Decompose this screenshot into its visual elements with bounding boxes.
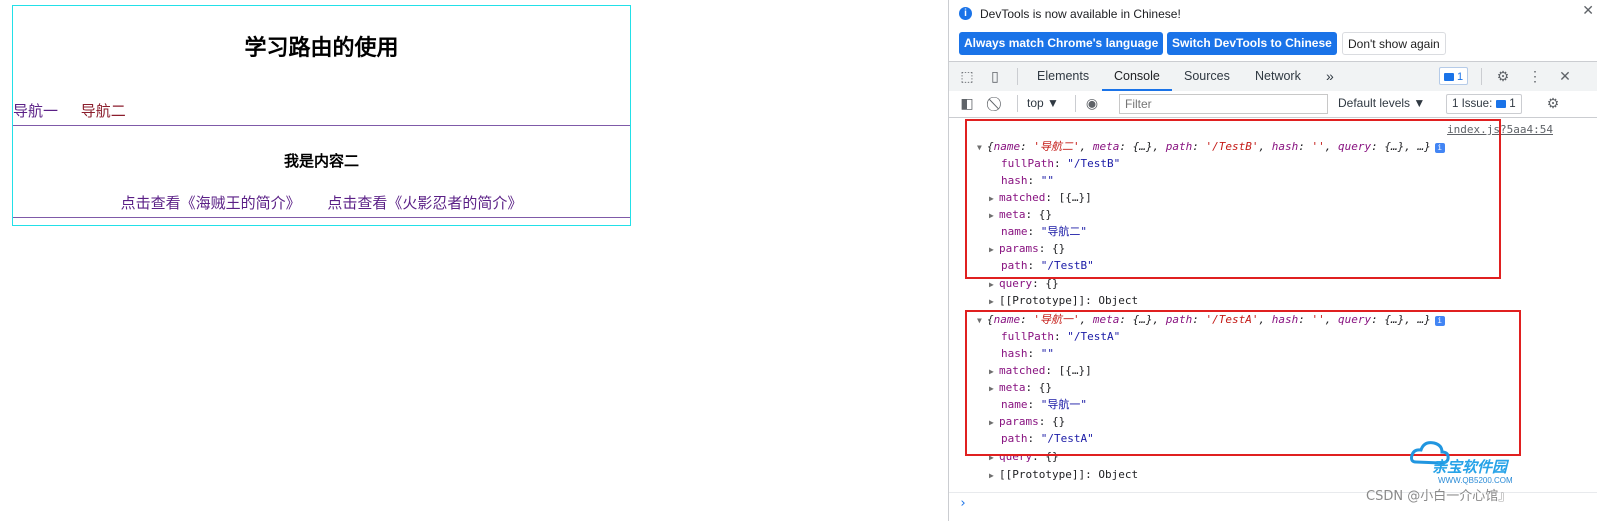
info-icon: i bbox=[959, 7, 972, 20]
clear-console-icon[interactable]: ⃠ bbox=[989, 95, 1005, 111]
message-icon bbox=[1496, 100, 1507, 108]
issues-count: 1 bbox=[1509, 98, 1516, 110]
content-title: 我是内容二 bbox=[283, 152, 359, 170]
console-prompt[interactable]: › bbox=[959, 496, 967, 511]
tab-console[interactable]: Console bbox=[1102, 62, 1172, 91]
watermark-brand: 亲宝软件园 bbox=[1432, 458, 1508, 476]
web-page: 学习路由的使用 导航一 导航二 我是内容二 点击查看《海贼王的简介》 点击查看《… bbox=[0, 0, 948, 521]
messages-count: 1 bbox=[1457, 71, 1464, 83]
separator bbox=[1017, 95, 1018, 112]
csdn-watermark: CSDN @小白一介心馆』 bbox=[1366, 489, 1512, 504]
more-options-icon[interactable]: ⋮ bbox=[1527, 68, 1543, 84]
tab-sources[interactable]: Sources bbox=[1184, 62, 1230, 91]
issues-label: 1 Issue: bbox=[1452, 98, 1493, 110]
divider bbox=[13, 217, 630, 218]
tab-network[interactable]: Network bbox=[1255, 62, 1301, 91]
devtools-tabbar: ⬚ ▯ Elements Console Sources Network » 1… bbox=[949, 61, 1597, 92]
prop-prototype[interactable]: ▶ [[Prototype]]: Object bbox=[989, 292, 1138, 310]
watermark-logo: 亲宝软件园 WWW.QB5200.COM bbox=[1410, 438, 1540, 488]
link-one-piece[interactable]: 点击查看《海贼王的简介》 bbox=[121, 194, 301, 212]
sidebar-toggle-icon[interactable]: ◧ bbox=[959, 95, 975, 111]
page-title: 学习路由的使用 bbox=[244, 36, 399, 61]
issues-button[interactable]: 1 Issue: 1 bbox=[1446, 94, 1522, 114]
nav-bar: 导航一 导航二 bbox=[13, 100, 144, 121]
separator bbox=[1075, 95, 1076, 112]
settings-gear-icon[interactable]: ⚙ bbox=[1495, 68, 1511, 84]
highlight-box-1 bbox=[965, 119, 1501, 279]
watermark-url: WWW.QB5200.COM bbox=[1438, 476, 1513, 485]
separator bbox=[1481, 68, 1482, 85]
infobar-message: DevTools is now available in Chinese! bbox=[980, 7, 1181, 21]
nav-link-2[interactable]: 导航二 bbox=[81, 102, 126, 120]
close-devtools-icon[interactable]: ✕ bbox=[1557, 68, 1573, 84]
link-naruto[interactable]: 点击查看《火影忍者的简介》 bbox=[327, 194, 522, 212]
app-container: 学习路由的使用 导航一 导航二 我是内容二 点击查看《海贼王的简介》 点击查看《… bbox=[12, 5, 631, 226]
dont-show-again-button[interactable]: Don't show again bbox=[1342, 32, 1446, 55]
match-language-button[interactable]: Always match Chrome's language bbox=[959, 32, 1164, 55]
message-icon bbox=[1444, 73, 1454, 81]
highlight-box-2 bbox=[965, 310, 1521, 456]
language-infobar: i DevTools is now available in Chinese! … bbox=[949, 0, 1597, 60]
inspect-icon[interactable]: ⬚ bbox=[959, 68, 975, 84]
prop-prototype[interactable]: ▶ [[Prototype]]: Object bbox=[989, 466, 1138, 484]
separator bbox=[1017, 68, 1018, 85]
log-levels-dropdown[interactable]: Default levels ▼ bbox=[1338, 96, 1425, 110]
content-links: 点击查看《海贼王的简介》 点击查看《火影忍者的简介》 bbox=[13, 192, 630, 213]
switch-language-button[interactable]: Switch DevTools to Chinese bbox=[1167, 32, 1337, 55]
context-selector[interactable]: top ▼ bbox=[1027, 96, 1059, 110]
nav-link-1[interactable]: 导航一 bbox=[13, 102, 58, 120]
console-settings-icon[interactable]: ⚙ bbox=[1545, 95, 1561, 111]
filter-input[interactable] bbox=[1119, 94, 1328, 114]
console-toolbar: ◧ ⃠ top ▼ ◉ Default levels ▼ 1 Issue: 1 ⚙ bbox=[949, 91, 1597, 118]
divider bbox=[13, 125, 630, 126]
device-toolbar-icon[interactable]: ▯ bbox=[987, 68, 1003, 84]
close-icon[interactable]: ✕ bbox=[1582, 2, 1594, 19]
tab-elements[interactable]: Elements bbox=[1037, 62, 1089, 91]
more-tabs-icon[interactable]: » bbox=[1326, 62, 1334, 91]
eye-icon[interactable]: ◉ bbox=[1084, 95, 1100, 111]
messages-badge[interactable]: 1 bbox=[1439, 67, 1469, 85]
